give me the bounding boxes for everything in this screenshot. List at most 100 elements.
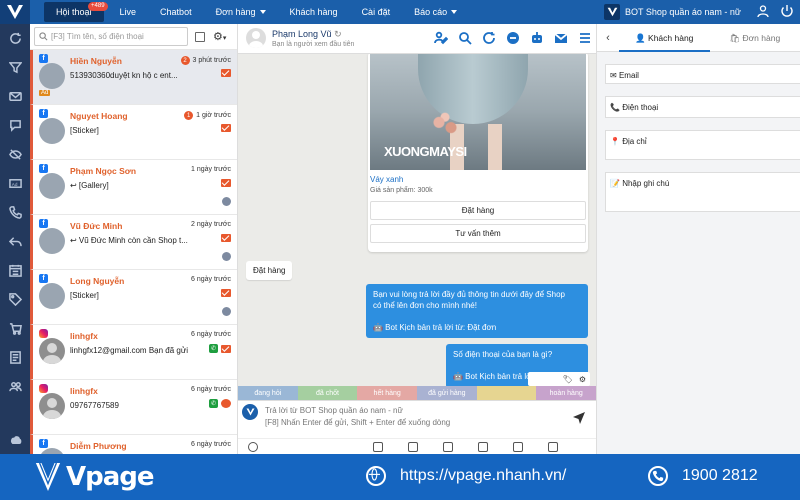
nav-conversations[interactable]: Hội thoại +489 [44,2,108,22]
tag-chip[interactable]: đang hỏi [238,386,298,400]
incoming-message: Đặt hàng [246,261,293,280]
inbox-icon[interactable] [0,82,30,111]
conversation-icons: ✆ [209,344,231,353]
refresh-icon[interactable] [0,24,30,53]
contact-name[interactable]: Phạm Long Vũ ↻ [272,29,342,40]
nav-reports[interactable]: Báo cáo [402,0,469,24]
conversation-preview: [Sticker] [70,291,99,300]
send-icon[interactable] [572,411,586,425]
note-field[interactable]: 📝 Nhập ghi chú [605,172,800,212]
tag-chip[interactable]: hết hàng [357,386,418,400]
logout-icon[interactable] [780,4,794,18]
mail-icon[interactable] [221,69,231,77]
attach-icon[interactable] [443,441,453,452]
users-icon[interactable] [0,372,30,401]
staff-avatar [222,252,231,261]
filter-icon[interactable] [0,53,30,82]
user-icon[interactable] [756,4,770,18]
tag-chip[interactable]: hoàn hàng [536,386,597,400]
nav-live[interactable]: Live [108,0,149,24]
phone-field[interactable]: 📞 Điện thoại [605,96,800,118]
menu-icon[interactable] [578,31,592,45]
refresh-icon[interactable] [482,31,496,45]
tag-icon[interactable]: 🏷 [563,375,573,384]
tag-chip[interactable]: đã gửi hàng [417,386,477,400]
conversation-icons [221,124,231,132]
conversation-item[interactable]: f Vũ Đức Minh 2 ngày trước ↩ Vũ Đức Minh cò… [30,215,237,270]
mail-icon[interactable] [221,179,231,187]
hotline[interactable]: 1900 2812 [648,466,758,486]
bot-signature: 🤖 Bot Kịch bản trả lời từ: Đặt đơn [373,323,497,332]
phone-icon[interactable] [0,198,30,227]
phone-icon[interactable]: ✆ [209,344,218,353]
consult-button[interactable]: Tư vấn thêm [370,224,586,243]
reply-input[interactable]: Trả lời từ BOT Shop quần áo nam - nữ [F8… [238,400,596,438]
chevron-down-icon [451,10,458,14]
hotline-number: 1900 2812 [682,467,758,484]
search-icon[interactable] [458,31,472,45]
tab-customer[interactable]: 👤 Khách hàng [619,24,710,52]
avatar[interactable] [246,28,266,48]
conversation-item[interactable]: linhgfx 6 ngày trước 09767767589 ✆ [30,380,237,435]
time-label: 6 ngày trước [190,331,231,338]
minus-circle-icon[interactable] [506,31,520,45]
comment-icon[interactable] [221,399,231,408]
template-icon[interactable] [373,441,383,452]
nav-orders[interactable]: Đơn hàng [204,0,278,24]
edit-user-icon[interactable] [434,31,448,45]
nav-settings[interactable]: Cài đặt [350,0,403,24]
shop-selector[interactable]: BOT Shop quần áo nam - nữ [604,0,741,24]
instagram-icon [39,384,48,393]
product-price: Giá sản phẩm: 300k [370,187,433,194]
address-field[interactable]: 📍 Địa chỉ [605,130,800,160]
mail-icon[interactable] [221,289,231,297]
help-icon[interactable] [248,441,258,452]
image-icon[interactable] [408,441,418,452]
conversation-time: 1 ngày trước [191,166,231,173]
bot-icon[interactable] [530,31,544,45]
phone-icon[interactable]: ✆ [209,399,218,408]
chevron-left-icon[interactable]: ‹ [597,32,619,44]
cloud-icon[interactable] [0,425,30,454]
tab-orders[interactable]: 🛍 Đơn hàng [710,24,800,52]
comment-icon[interactable] [0,111,30,140]
product-icon[interactable] [478,441,488,452]
tag-icon[interactable] [0,285,30,314]
product-image[interactable]: XUONGMAYSI [370,54,586,170]
tag-chip[interactable]: đã chốt [297,386,358,400]
bot-icon[interactable] [513,441,523,452]
gear-icon[interactable]: ⚙ [579,375,586,384]
avatar [39,173,65,199]
mail-icon[interactable] [221,234,231,242]
report-icon[interactable] [0,343,30,372]
website-link[interactable]: https://vpage.nhanh.vn/ [366,466,566,486]
email-field[interactable]: ✉ Email [605,64,800,84]
time-label: 3 phút trước [192,57,231,64]
conversation-item[interactable]: f Nguyet Hoang 1 1 giờ trước [Sticker] [30,105,237,160]
product-title[interactable]: Váy xanh [370,175,403,184]
nav-chatbot[interactable]: Chatbot [148,0,204,24]
search-input[interactable]: [F3] Tìm tên, số điện thoại [34,27,188,46]
hidden-icon[interactable] [0,140,30,169]
mail-icon[interactable] [221,124,231,132]
emoji-icon[interactable] [548,441,558,452]
tag-chip[interactable] [476,386,537,400]
cart-icon[interactable] [0,314,30,343]
conversation-item[interactable]: f Phạm Ngọc Sơn 1 ngày trước ↩ [Gallery] [30,160,237,215]
sync-icon[interactable]: ↻ [334,29,342,39]
app-logo[interactable] [0,0,30,24]
order-button[interactable]: Đặt hàng [370,201,586,220]
top-icons [756,4,794,18]
reply-icon[interactable] [0,227,30,256]
mail-icon[interactable] [221,344,231,353]
nav-customers[interactable]: Khách hàng [278,0,350,24]
conversation-item[interactable]: linhgfx 6 ngày trước linhgfx12@gmail.com B… [30,325,237,380]
ad-icon[interactable]: Ad [0,169,30,198]
search-row: [F3] Tìm tên, số điện thoại ⚙▾ [30,24,237,50]
conversation-item[interactable]: f Ad Hiền Nguyễn 2 3 phút trước 513930360duyệ… [30,50,237,105]
gear-icon[interactable]: ⚙▾ [213,30,226,43]
calendar-icon[interactable] [0,256,30,285]
mail-icon[interactable] [554,31,568,45]
conversation-item[interactable]: f Long Nguyễn 6 ngày trước [Sticker] [30,270,237,325]
select-all-checkbox[interactable] [195,31,205,42]
